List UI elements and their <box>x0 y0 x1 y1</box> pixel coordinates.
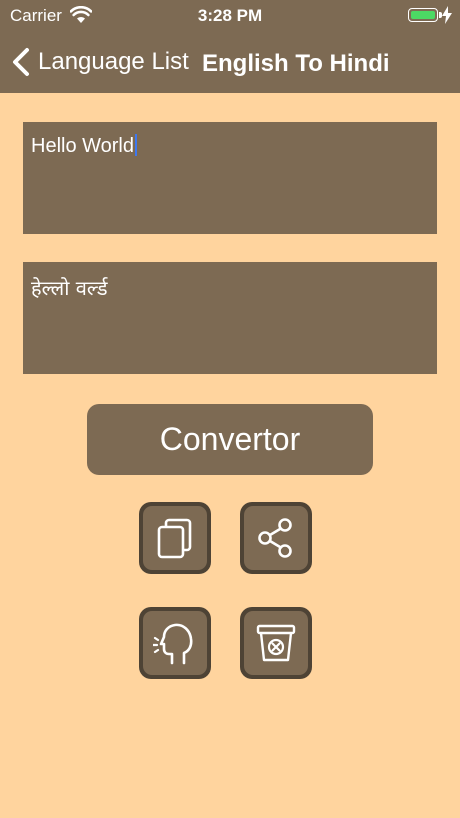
nav-bar: Language List English To Hindi <box>0 32 460 93</box>
source-text: Hello World <box>31 135 134 157</box>
speak-icon <box>153 620 197 666</box>
speak-button[interactable] <box>139 607 211 679</box>
convert-button[interactable]: Convertor <box>87 404 373 475</box>
source-text-input[interactable]: Hello World <box>23 122 437 234</box>
status-bar: Carrier 3:28 PM <box>0 0 460 32</box>
translated-text-output[interactable]: हेल्लो वर्ल्ड <box>23 262 437 374</box>
copy-icon <box>155 517 195 559</box>
navigation-header: Carrier 3:28 PM Language List English To… <box>0 0 460 93</box>
share-button[interactable] <box>240 502 312 574</box>
text-cursor <box>135 134 137 156</box>
back-button[interactable]: Language List <box>10 44 189 80</box>
back-button-label: Language List <box>38 48 189 75</box>
chevron-left-icon <box>10 47 32 77</box>
battery-icon <box>408 8 442 22</box>
clear-icon <box>255 622 297 664</box>
copy-button[interactable] <box>139 502 211 574</box>
status-time: 3:28 PM <box>197 6 263 25</box>
translated-text: हेल्लो वर्ल्ड <box>31 276 108 300</box>
charging-icon <box>442 6 452 24</box>
page-title: English To Hindi <box>202 50 390 77</box>
clear-button[interactable] <box>240 607 312 679</box>
share-icon <box>254 516 298 560</box>
